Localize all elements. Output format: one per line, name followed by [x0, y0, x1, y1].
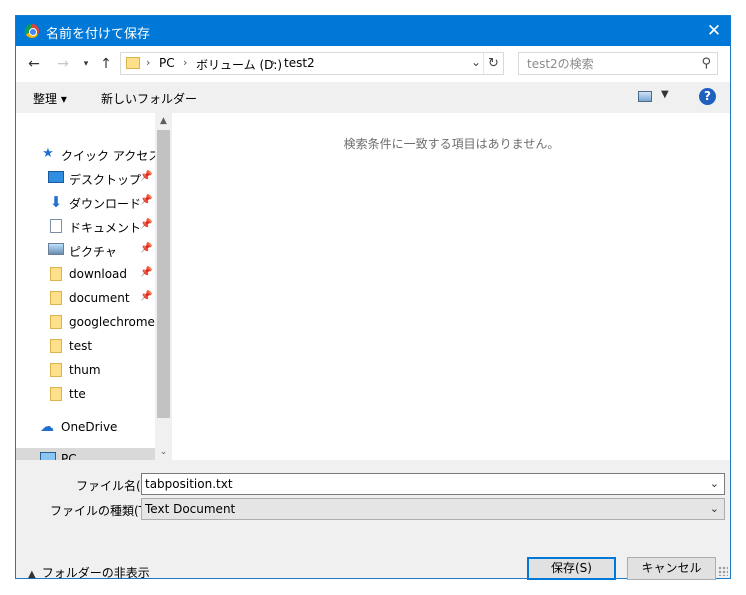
sidebar-item-pc[interactable]: PC: [16, 448, 155, 460]
scroll-up-chevron-icon[interactable]: ▲: [155, 113, 172, 129]
back-button[interactable]: ←: [24, 54, 44, 74]
sidebar-item-label: ピクチャ: [69, 245, 117, 259]
view-options-icon[interactable]: [638, 91, 652, 102]
up-button[interactable]: ↑: [96, 54, 116, 74]
sidebar-item-download-folder[interactable]: download 📌: [16, 263, 155, 285]
filename-input[interactable]: [142, 474, 702, 494]
filetype-value: Text Document: [145, 502, 236, 516]
sidebar-item-label: OneDrive: [61, 420, 118, 434]
sidebar-item-label: デスクトップ: [69, 173, 142, 187]
address-dropdown-chevron-down-icon[interactable]: ⌄: [471, 55, 481, 69]
sidebar-item-label: googlechrome: [69, 315, 155, 329]
download-icon: ⬇: [49, 193, 63, 211]
pin-icon: 📌: [140, 267, 153, 278]
sidebar-item-label: ドキュメント: [69, 221, 142, 235]
sidebar-item-label: test: [69, 339, 93, 353]
folder-icon: [126, 57, 140, 69]
pin-icon: 📌: [140, 195, 153, 206]
close-button[interactable]: ✕: [698, 16, 730, 46]
hide-folders-label: フォルダーの非表示: [41, 566, 150, 580]
sidebar-item-label: tte: [69, 387, 86, 401]
sidebar-item-label: download: [69, 267, 128, 281]
resize-grip[interactable]: [718, 566, 728, 576]
address-bar[interactable]: › PC › ボリューム (D:) › test2 ⌄ ↻: [120, 52, 504, 75]
hide-folders-toggle[interactable]: ▲ フォルダーの非表示: [28, 564, 150, 581]
new-folder-button[interactable]: 新しいフォルダー: [101, 90, 197, 107]
sidebar-item-googlechrome[interactable]: googlechrome: [16, 311, 155, 333]
chevron-up-icon: ▲: [28, 569, 36, 580]
refresh-button[interactable]: ↻: [483, 53, 503, 74]
breadcrumb-volume-d[interactable]: ボリューム (D:): [196, 56, 282, 73]
sidebar-item-test[interactable]: test: [16, 335, 155, 357]
command-bar: 整理 ▾ 新しいフォルダー ▼ ?: [16, 82, 730, 113]
pin-icon: 📌: [140, 243, 153, 254]
folder-icon: [50, 363, 62, 377]
filetype-label: ファイルの種類(T):: [50, 504, 155, 518]
pin-icon: 📌: [140, 171, 153, 182]
sidebar-item-label: PC: [61, 452, 77, 460]
empty-message: 検索条件に一致する項目はありません。: [343, 137, 560, 151]
search-input[interactable]: [519, 53, 689, 74]
save-form: ファイル名(N): ⌄ ファイルの種類(T): Text Document ⌄ …: [16, 460, 730, 581]
navigation-bar: ← → ▾ ↑ › PC › ボリューム (D:) › test2 ⌄ ↻ ⚲: [16, 46, 730, 82]
sidebar-item-quick-access[interactable]: ★ クイック アクセス: [16, 143, 160, 165]
cloud-icon: ☁: [40, 419, 54, 435]
scrollbar-thumb[interactable]: [157, 130, 170, 418]
folder-icon: [50, 315, 62, 329]
navigation-pane[interactable]: ★ クイック アクセス デスクトップ 📌 ⬇ ダウンロード 📌 ドキュメント 📌…: [16, 113, 173, 460]
sidebar-item-label: thum: [69, 363, 101, 377]
document-icon: [50, 219, 62, 233]
scroll-down-chevron-icon[interactable]: ⌄: [155, 444, 172, 460]
chrome-icon: [25, 24, 39, 38]
organize-button[interactable]: 整理 ▾: [33, 90, 67, 107]
sidebar-item-label: document: [69, 291, 130, 305]
sidebar-item-downloads[interactable]: ⬇ ダウンロード 📌: [16, 191, 155, 213]
pin-icon: 📌: [140, 291, 153, 302]
picture-icon: [48, 243, 64, 255]
sidebar-scrollbar[interactable]: ▲ ⌄: [155, 113, 172, 460]
folder-icon: [50, 267, 62, 281]
breadcrumb-pc[interactable]: PC: [159, 56, 175, 70]
sidebar-item-label: ダウンロード: [69, 197, 142, 211]
star-icon: ★: [42, 146, 54, 161]
help-icon[interactable]: ?: [699, 88, 716, 105]
cancel-button[interactable]: キャンセル: [627, 557, 716, 580]
folder-icon: [50, 387, 62, 401]
computer-icon: [40, 452, 56, 460]
breadcrumb-chevron-icon[interactable]: ›: [271, 56, 275, 69]
desktop-icon: [48, 171, 64, 183]
pin-icon: 📌: [140, 219, 153, 230]
filetype-select[interactable]: Text Document ⌄: [141, 498, 725, 520]
view-options-chevron-down-icon[interactable]: ▼: [661, 89, 669, 100]
sidebar-item-desktop[interactable]: デスクトップ 📌: [16, 167, 155, 189]
forward-button[interactable]: →: [53, 54, 73, 74]
save-button[interactable]: 保存(S): [527, 557, 616, 580]
save-as-dialog: 名前を付けて保存 ✕ ← → ▾ ↑ › PC › ボリューム (D:) › t…: [15, 15, 731, 581]
search-box[interactable]: ⚲: [518, 52, 718, 75]
breadcrumb-chevron-icon[interactable]: ›: [146, 56, 150, 69]
breadcrumb-chevron-icon[interactable]: ›: [183, 56, 187, 69]
filename-combobox[interactable]: ⌄: [141, 473, 725, 495]
recent-locations-chevron-down-icon[interactable]: ▾: [76, 54, 96, 74]
filetype-chevron-down-icon[interactable]: ⌄: [710, 502, 719, 515]
title-bar: 名前を付けて保存 ✕: [16, 16, 730, 46]
window-title: 名前を付けて保存: [46, 27, 151, 42]
sidebar-item-onedrive[interactable]: ☁ OneDrive: [16, 416, 155, 438]
sidebar-item-documents[interactable]: ドキュメント 📌: [16, 215, 155, 237]
breadcrumb-test2[interactable]: test2: [284, 56, 315, 70]
filename-chevron-down-icon[interactable]: ⌄: [710, 477, 719, 490]
folder-icon: [50, 291, 62, 305]
search-icon: ⚲: [701, 56, 711, 71]
sidebar-item-document-folder[interactable]: document 📌: [16, 287, 155, 309]
folder-icon: [50, 339, 62, 353]
sidebar-item-pictures[interactable]: ピクチャ 📌: [16, 239, 155, 261]
sidebar-item-label: クイック アクセス: [61, 149, 161, 163]
sidebar-item-tte[interactable]: tte: [16, 383, 155, 405]
sidebar-item-thum[interactable]: thum: [16, 359, 155, 381]
file-list-pane[interactable]: 検索条件に一致する項目はありません。: [173, 113, 730, 460]
